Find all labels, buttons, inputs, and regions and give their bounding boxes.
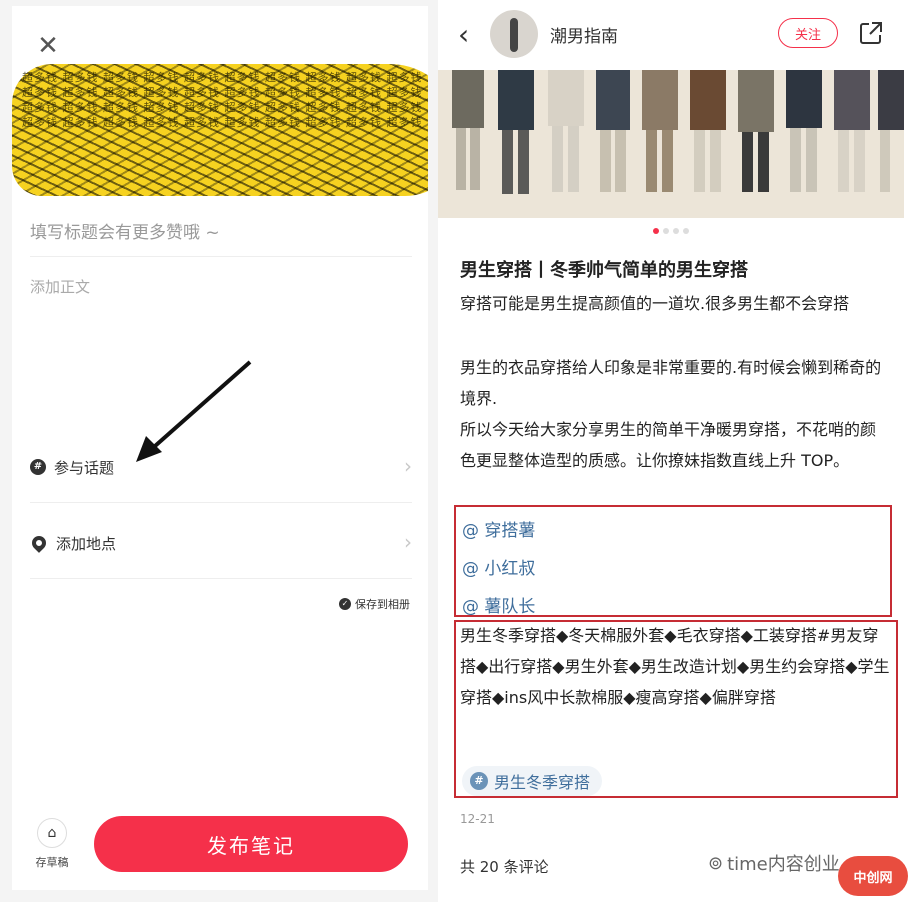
post-title: 男生穿搭丨冬季帅气简单的男生穿搭 [460, 260, 748, 281]
chevron-right-icon: › [404, 454, 412, 478]
topic-chip[interactable]: # 男生冬季穿搭 [462, 766, 603, 796]
topic-chip-label: 男生冬季穿搭 [494, 773, 591, 792]
compose-panel: ✕ 超多钱 超多钱 超多钱 超多钱 超多钱 超多钱 超多钱 超多钱 超多钱 超多… [12, 6, 428, 890]
post-paragraph: 穿搭可能是男生提高颜值的一道坎.很多男生都不会穿搭 [460, 294, 850, 313]
carousel-dots [438, 228, 904, 234]
inbox-icon: ⌂ [37, 818, 67, 848]
post-paragraph: 所以今天给大家分享男生的简单干净暖男穿搭，不花哨的颜色更显整体造型的质感。让你撩… [460, 420, 877, 470]
redacted-watermark-text: 超多钱 超多钱 超多钱 超多钱 超多钱 超多钱 超多钱 超多钱 超多钱 超多钱 … [22, 71, 423, 129]
publish-button[interactable]: 发布笔记 [94, 816, 408, 872]
save-album-label: 保存到相册 [355, 598, 410, 611]
draft-label: 存草稿 [35, 856, 69, 869]
watermark-text: time内容创业 [727, 854, 840, 875]
share-icon[interactable] [858, 20, 884, 46]
topic-label: 参与话题 [54, 458, 115, 477]
follow-button[interactable]: 关注 [778, 18, 838, 48]
mention-link[interactable]: @ 小红叔 [462, 554, 535, 579]
divider [30, 256, 412, 257]
hashtag-icon: # [470, 772, 488, 790]
topic-row[interactable]: # 参与话题 › [30, 452, 412, 482]
location-label: 添加地点 [56, 534, 117, 553]
watermark-logo: 中创网 [838, 856, 908, 896]
avatar[interactable] [490, 10, 538, 58]
mention-link[interactable]: @ 穿搭薯 [462, 516, 535, 541]
hashtag-icon: # [30, 459, 46, 475]
post-date: 12-21 [460, 812, 495, 826]
divider [30, 578, 412, 579]
author-name[interactable]: 潮男指南 [550, 22, 618, 47]
save-to-album-toggle[interactable]: ✓ 保存到相册 [339, 596, 410, 612]
title-input[interactable]: 填写标题会有更多赞哦 ~ [30, 218, 220, 243]
close-icon[interactable]: ✕ [36, 33, 60, 59]
hashtag-list: 男生冬季穿搭◆冬天棉服外套◆毛衣穿搭◆工装穿搭#男友穿搭◆出行穿搭◆男生外套◆男… [460, 626, 890, 707]
watermark: ⊚ time内容创业 [708, 850, 840, 876]
mention-link[interactable]: @ 薯队长 [462, 592, 535, 617]
post-paragraph: 男生的衣品穿搭给人印象是非常重要的.有时候会懒到稀奇的境界. [460, 358, 882, 408]
outfit-photo[interactable] [438, 70, 904, 218]
location-pin-icon [29, 533, 49, 553]
save-draft-button[interactable]: ⌂ 存草稿 [32, 818, 72, 870]
comment-count[interactable]: 共 20 条评论 [460, 856, 549, 877]
chevron-right-icon: › [404, 530, 412, 554]
location-row[interactable]: 添加地点 › [29, 528, 412, 558]
back-icon[interactable]: ‹ [458, 18, 469, 51]
wechat-icon: ⊚ [708, 852, 724, 874]
divider [30, 502, 412, 503]
note-detail-panel: ‹ 潮男指南 关注 男生穿搭丨冬季帅气简单的男生穿搭 穿搭可能是男生提高颜值的一… [438, 0, 916, 902]
annotation-arrow [136, 360, 252, 462]
body-input[interactable]: 添加正文 [30, 276, 90, 297]
check-icon: ✓ [339, 598, 351, 610]
